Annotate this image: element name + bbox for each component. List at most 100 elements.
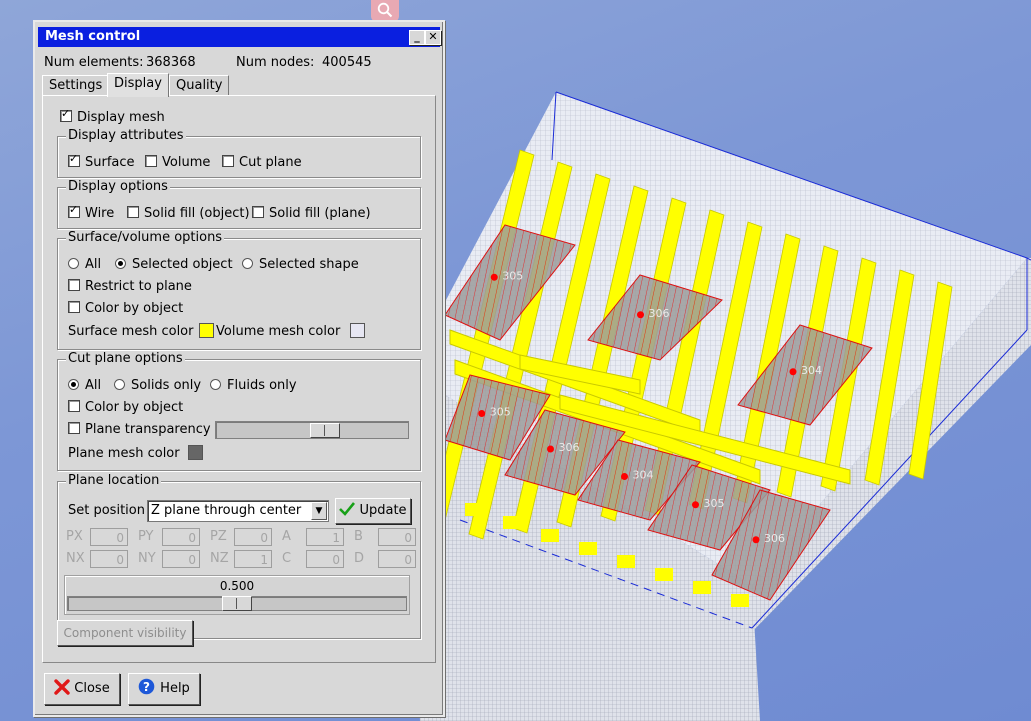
red-x-icon	[54, 679, 70, 695]
checkbox-box	[68, 279, 80, 291]
cut-plane-checkbox[interactable]: Cut plane	[222, 155, 302, 170]
region-marker-dot	[478, 410, 486, 417]
radio-circle	[210, 379, 221, 390]
wire-label: Wire	[85, 206, 115, 221]
plane-position-slider-box: 0.500	[64, 575, 410, 615]
plane-position-slider[interactable]	[67, 596, 407, 611]
chevron-down-icon[interactable]: ▼	[311, 502, 327, 520]
checkmark-icon	[339, 502, 356, 516]
plane-transparency-checkbox[interactable]: Plane transparency	[68, 422, 211, 437]
sv-color-by-object-checkbox[interactable]: Color by object	[68, 301, 183, 316]
radio-circle	[68, 258, 79, 269]
volume-checkbox[interactable]: Volume	[145, 155, 210, 170]
cp-color-by-object-label: Color by object	[85, 400, 184, 415]
field-b[interactable]: 0	[378, 528, 416, 546]
set-position-select[interactable]: Z plane through center ▼	[147, 500, 329, 522]
checkbox-box	[68, 400, 80, 412]
field-a[interactable]: 1	[306, 528, 344, 546]
surface-label: Surface	[85, 155, 135, 170]
plane-transparency-slider-thumb[interactable]	[309, 423, 340, 438]
surface-mesh-color-label: Surface mesh color	[68, 324, 194, 339]
field-py[interactable]: 0	[162, 528, 200, 546]
field-nx[interactable]: 0	[90, 550, 128, 568]
display-options-title: Display options	[66, 179, 170, 195]
display-mesh-label: Display mesh	[77, 110, 165, 125]
close-window-button[interactable]: ✕	[425, 30, 441, 45]
help-icon: ?	[138, 678, 155, 695]
sv-radio-all[interactable]: All	[68, 257, 101, 272]
region-marker-dot	[789, 368, 797, 376]
sv-radio-selected-shape[interactable]: Selected shape	[242, 257, 359, 272]
tab-quality[interactable]: Quality	[169, 75, 230, 96]
checkbox-box	[60, 107, 72, 122]
region-label: 304	[633, 469, 654, 482]
svg-text:?: ?	[143, 680, 150, 694]
num-elements-label: Num elements:	[44, 55, 144, 70]
plane-location-group: Plane location Set position Z plane thro…	[57, 473, 421, 639]
plane-position-slider-thumb[interactable]	[222, 596, 252, 611]
update-button[interactable]: Update	[335, 498, 411, 524]
cp-color-by-object-checkbox[interactable]: Color by object	[68, 400, 183, 415]
component-visibility-button[interactable]: Component visibility	[57, 620, 193, 646]
checkbox-box	[68, 301, 80, 313]
search-badge[interactable]	[371, 0, 399, 22]
sv-radio-all-label: All	[85, 257, 102, 272]
region-marker-dot	[490, 273, 498, 281]
help-button[interactable]: ? Help	[128, 673, 200, 705]
cut-plane-options-title: Cut plane options	[66, 351, 185, 367]
help-button-label: Help	[160, 681, 190, 696]
close-button[interactable]: Close	[44, 673, 120, 705]
sv-radio-selected-object[interactable]: Selected object	[115, 257, 233, 272]
checkbox-box	[68, 203, 80, 218]
num-nodes-value: 400545	[322, 55, 372, 70]
field-pz[interactable]: 0	[234, 528, 272, 546]
restrict-to-plane-label: Restrict to plane	[85, 279, 192, 294]
plane-transparency-slider[interactable]	[215, 421, 409, 439]
field-d[interactable]: 0	[378, 550, 416, 568]
field-label-c: C	[282, 551, 292, 566]
wire-checkbox[interactable]: Wire	[68, 203, 115, 221]
restrict-to-plane-checkbox[interactable]: Restrict to plane	[68, 279, 192, 294]
field-label-px: PX	[66, 529, 83, 544]
display-mesh-checkbox[interactable]: Display mesh	[60, 107, 165, 125]
yellow-pad	[617, 555, 635, 568]
solid-fill-plane-checkbox[interactable]: Solid fill (plane)	[252, 206, 371, 221]
title-bar[interactable]: Mesh control _ ✕	[38, 27, 441, 47]
cp-radio-all[interactable]: All	[68, 378, 101, 393]
volume-label: Volume	[162, 155, 211, 170]
solid-fill-plane-label: Solid fill (plane)	[269, 206, 371, 221]
field-c[interactable]: 0	[306, 550, 344, 568]
plane-mesh-color-label: Plane mesh color	[68, 446, 180, 461]
tab-display[interactable]: Display	[107, 73, 169, 97]
sv-color-by-object-label: Color by object	[85, 301, 184, 316]
volume-mesh-color-swatch[interactable]	[350, 323, 366, 338]
close-button-label: Close	[74, 681, 110, 696]
radio-circle	[115, 258, 126, 269]
field-label-py: PY	[138, 529, 154, 544]
plane-mesh-color-swatch[interactable]	[187, 445, 203, 460]
tab-settings[interactable]: Settings	[42, 75, 110, 96]
cp-radio-fluids-only-label: Fluids only	[227, 378, 297, 393]
field-ny[interactable]: 0	[162, 550, 200, 568]
surface-checkbox[interactable]: Surface	[68, 152, 135, 170]
checkbox-box	[68, 152, 80, 167]
field-nz[interactable]: 1	[234, 550, 272, 568]
minimize-button[interactable]: _	[409, 30, 425, 45]
solid-fill-object-checkbox[interactable]: Solid fill (object)	[127, 206, 250, 221]
num-elements-value: 368368	[146, 55, 196, 70]
radio-circle	[68, 379, 79, 390]
checkbox-box	[145, 155, 157, 167]
cp-radio-fluids-only[interactable]: Fluids only	[210, 378, 297, 393]
cut-plane-label: Cut plane	[239, 155, 302, 170]
sv-radio-selected-object-label: Selected object	[132, 257, 233, 272]
display-options-group: Display options Wire Solid fill (object)…	[57, 179, 421, 229]
surface-mesh-color-swatch[interactable]	[199, 323, 215, 338]
mesh-control-dialog: Mesh control _ ✕ Num elements: 368368 Nu…	[33, 20, 445, 717]
field-px[interactable]: 0	[90, 528, 128, 546]
solid-fill-object-label: Solid fill (object)	[144, 206, 250, 221]
plane-location-title: Plane location	[66, 473, 162, 489]
field-label-nz: NZ	[210, 551, 229, 566]
volume-mesh-color-row: Volume mesh color	[216, 323, 366, 339]
window-title: Mesh control	[45, 29, 141, 44]
cp-radio-solids-only[interactable]: Solids only	[114, 378, 201, 393]
